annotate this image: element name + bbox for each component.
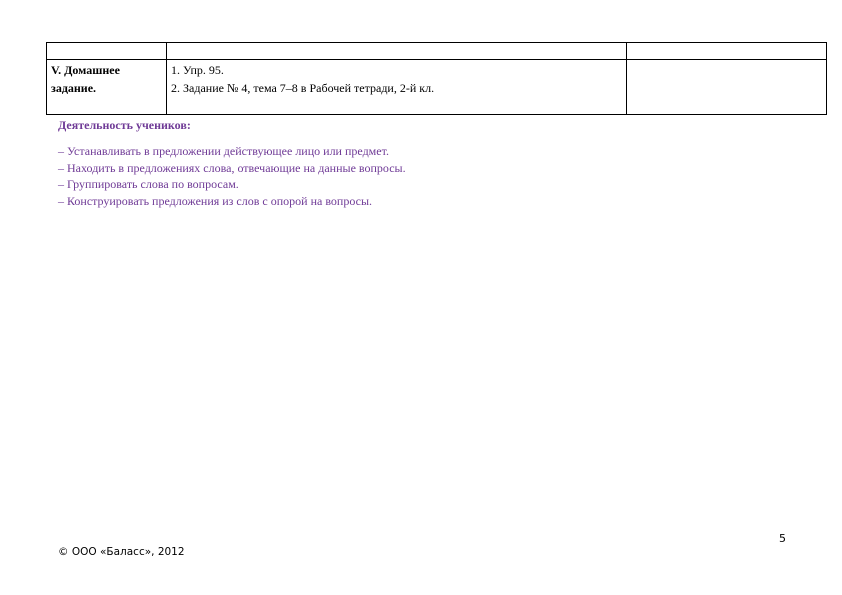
stage-label-line1: V. Домашнее <box>51 63 120 77</box>
homework-task-2: 2. Задание № 4, тема 7–8 в Рабочей тетра… <box>171 81 435 95</box>
table-cell-notes-header <box>626 42 827 60</box>
table-row-homework: V. Домашнее задание. 1. Упр. 95. 2. Зада… <box>46 59 827 115</box>
table-cell-content-header <box>166 42 627 60</box>
table-cell-notes <box>626 59 827 115</box>
activity-title: Деятельность учеников: <box>58 118 191 132</box>
activity-list-item: – Конструировать предложения из слов с о… <box>58 193 373 208</box>
page-number: 5 <box>779 532 786 545</box>
activity-list-item: – Находить в предложениях слова, отвечаю… <box>58 160 406 175</box>
table-cell-stage: V. Домашнее задание. <box>46 59 167 115</box>
student-activity-section: Деятельность учеников: – Устанавливать в… <box>58 117 778 209</box>
lesson-plan-table: V. Домашнее задание. 1. Упр. 95. 2. Зада… <box>46 42 827 115</box>
activity-list: – Устанавливать в предложении действующе… <box>58 143 778 209</box>
activity-list-item: – Устанавливать в предложении действующе… <box>58 144 389 158</box>
activity-list-item: – Группировать слова по вопросам. <box>58 177 239 191</box>
table-header-row <box>46 42 827 60</box>
homework-task-1: 1. Упр. 95. <box>171 63 224 77</box>
copyright-notice: © ООО «Баласс», 2012 <box>58 546 185 558</box>
stage-label-line2: задание. <box>51 81 97 95</box>
table-cell-tasks: 1. Упр. 95. 2. Задание № 4, тема 7–8 в Р… <box>166 59 627 115</box>
table-cell-stage-header <box>46 42 167 60</box>
